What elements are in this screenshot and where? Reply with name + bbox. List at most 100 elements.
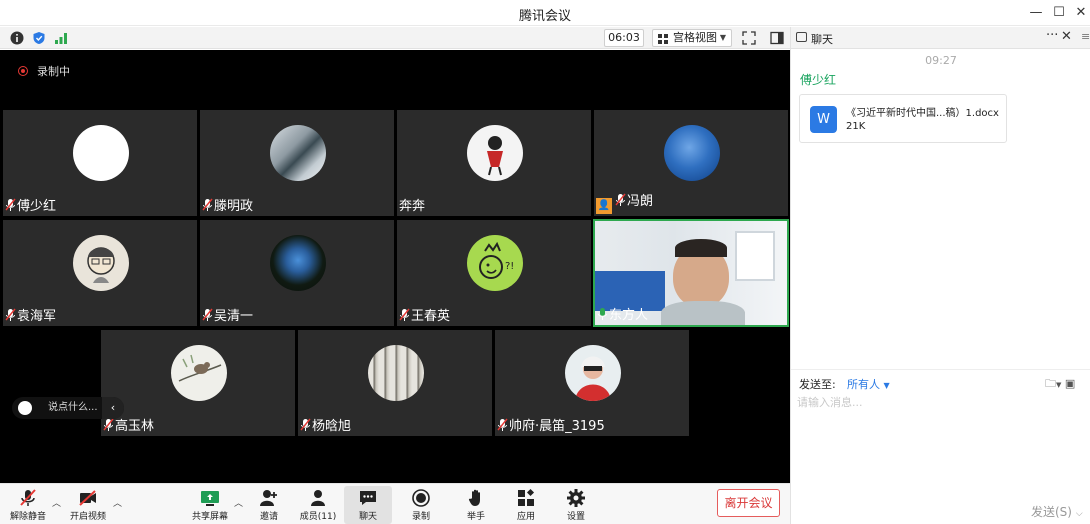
record-label: 录制 <box>411 512 430 522</box>
share-screen-icon <box>201 491 219 506</box>
leave-meeting-button[interactable]: 离开会议 <box>717 489 780 517</box>
chat-compose: 发送至: 所有人 ▼ 🗀▼ ▣ <box>791 369 1090 519</box>
share-screen-button[interactable]: 共享屏幕 <box>186 486 234 524</box>
file-message[interactable]: W 《习近平新时代中国...稿）1.docx 21K <box>799 94 1007 143</box>
signal-icon[interactable] <box>54 31 68 45</box>
participant-name: 杨晗旭 <box>312 419 352 434</box>
members-button[interactable]: 成员(11) <box>294 486 342 524</box>
chevron-up-icon[interactable]: ︿ <box>113 496 122 509</box>
recording-label: 录制中 <box>37 65 70 78</box>
view-mode-label: 宫格视图 <box>673 31 717 44</box>
chat-input[interactable] <box>797 394 1077 410</box>
file-name: 《习近平新时代中国...稿）1.docx <box>846 108 999 119</box>
send-button-label: 发送(S) <box>1031 505 1072 519</box>
quick-chat-pill[interactable]: 说点什么... ‹ <box>12 397 124 419</box>
chevron-left-icon[interactable]: ‹ <box>102 397 124 419</box>
participant-name: 袁海军 <box>17 309 57 324</box>
apps-label: 应用 <box>516 512 535 522</box>
active-speaker-tile[interactable]: 东方人 <box>593 219 789 327</box>
chat-label: 聊天 <box>358 512 377 522</box>
host-badge-icon: 👤 <box>596 198 612 214</box>
mic-on-icon <box>598 308 607 320</box>
chat-button[interactable]: 聊天 <box>344 486 392 524</box>
participant-tile[interactable]: 奔奔 <box>396 109 592 217</box>
members-icon <box>311 490 325 506</box>
send-to-value: 所有人 <box>847 378 880 391</box>
emoji-icon[interactable] <box>18 401 32 415</box>
chat-icon <box>360 491 376 505</box>
message-sender: 傅少红 <box>800 73 837 87</box>
avatar <box>664 125 720 181</box>
raise-hand-label: 举手 <box>466 512 485 522</box>
compose-tools: 🗀▼ ▣ <box>1045 375 1075 394</box>
chevron-up-icon[interactable]: ︿ <box>52 496 61 509</box>
participant-tile[interactable]: 帅府·晨笛_3195 <box>494 329 690 437</box>
mic-muted-icon <box>20 489 36 506</box>
invite-button[interactable]: 邀请 <box>245 486 293 524</box>
chat-header: 聊天 ··· ✕ ≡ <box>791 27 1090 49</box>
maximize-icon[interactable]: ☐ <box>1049 3 1069 23</box>
window-title: 腾讯会议 <box>518 9 571 24</box>
participant-name: 高玉林 <box>115 419 155 434</box>
participant-tile[interactable]: 傅少红 <box>2 109 198 217</box>
members-label: 成员(11) <box>299 512 337 522</box>
chevron-up-icon[interactable]: ︿ <box>234 496 243 509</box>
mic-muted-icon <box>615 193 626 206</box>
apps-button[interactable]: 应用 <box>502 486 550 524</box>
fullscreen-icon[interactable] <box>742 31 756 45</box>
mic-muted-icon <box>399 308 410 321</box>
participant-tile[interactable]: 吴清一 <box>199 219 395 327</box>
grid-icon <box>658 34 668 44</box>
participant-name: 冯朗 <box>627 194 654 209</box>
camera-off-icon <box>79 490 96 506</box>
send-to-dropdown[interactable]: 所有人 ▼ <box>847 376 890 392</box>
mic-muted-icon <box>5 198 16 211</box>
more-icon[interactable]: ··· <box>1046 28 1058 43</box>
unmute-button[interactable]: 解除静音 <box>4 486 52 524</box>
participant-name: 傅少红 <box>17 199 57 214</box>
recording-indicator: 录制中 <box>18 63 70 79</box>
info-icon[interactable] <box>10 31 24 45</box>
participant-tile[interactable]: 滕明政 <box>199 109 395 217</box>
participant-name: 奔奔 <box>399 199 426 214</box>
close-icon[interactable]: ✕ <box>1061 29 1072 44</box>
chevron-down-icon[interactable]: ▼ <box>1056 381 1061 389</box>
chevron-down-icon: ▼ <box>883 381 890 390</box>
participant-name: 帅府·晨笛_3195 <box>509 419 605 434</box>
avatar: ?! <box>467 235 523 291</box>
record-button[interactable]: 录制 <box>397 486 445 524</box>
invite-label: 邀请 <box>259 512 278 522</box>
close-icon[interactable]: ✕ <box>1071 3 1090 23</box>
shield-icon[interactable] <box>32 31 46 45</box>
participant-tile[interactable]: ?! 王春英 <box>396 219 592 327</box>
mic-muted-icon <box>5 308 16 321</box>
avatar <box>73 235 129 291</box>
participant-tile[interactable]: 👤 冯朗 <box>593 109 789 217</box>
participant-tile[interactable]: 袁海军 <box>2 219 198 327</box>
view-mode-dropdown[interactable]: 宫格视图 ▼ <box>652 29 732 47</box>
raise-hand-button[interactable]: 举手 <box>452 486 500 524</box>
message-timestamp: 09:27 <box>925 54 957 67</box>
participant-tile[interactable]: 高玉林 <box>100 329 296 437</box>
sidebar-toggle-icon[interactable] <box>770 31 784 45</box>
chevron-down-icon[interactable]: ⌵ <box>1076 509 1083 519</box>
minimize-icon[interactable]: — <box>1026 3 1046 23</box>
hand-icon <box>468 489 480 506</box>
svg-text:?!: ?! <box>505 261 514 272</box>
participant-tile[interactable]: 杨晗旭 <box>297 329 493 437</box>
settings-button[interactable]: 设置 <box>552 486 600 524</box>
mic-muted-icon <box>202 308 213 321</box>
record-dot-icon <box>18 66 28 76</box>
meeting-timer: 06:03 <box>604 29 644 47</box>
meeting-info-bar: 06:03 宫格视图 ▼ <box>0 27 790 49</box>
screenshot-icon[interactable]: ▣ <box>1065 377 1075 390</box>
mic-muted-icon <box>103 418 114 431</box>
start-video-label: 开启视频 <box>69 512 106 522</box>
menu-icon[interactable]: ≡ <box>1081 30 1090 43</box>
send-button[interactable]: 发送(S) ⌵ <box>1031 503 1083 520</box>
folder-icon[interactable]: 🗀 <box>1045 377 1056 390</box>
participant-name: 王春英 <box>411 309 451 324</box>
start-video-button[interactable]: 开启视频 <box>64 486 112 524</box>
meeting-window: 腾讯会议 — ☐ ✕ 06:03 宫格视图 ▼ 录制中 傅少红 滕明政 奔奔 👤… <box>0 0 1090 524</box>
settings-label: 设置 <box>566 512 585 522</box>
